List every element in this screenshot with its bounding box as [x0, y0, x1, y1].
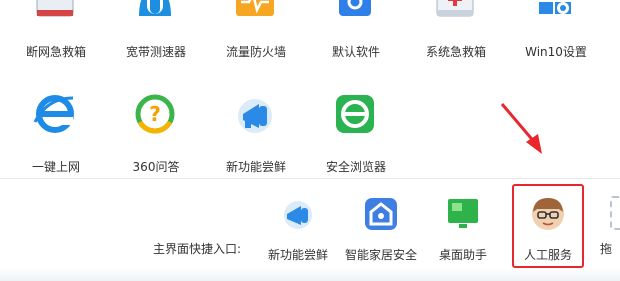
svg-text:?: ?: [149, 102, 161, 126]
tool-traffic-firewall[interactable]: 流量防火墙: [206, 0, 306, 80]
drag-placeholder-icon: [610, 196, 620, 230]
internet-explorer-icon: [33, 95, 74, 133]
quick-item-new-features[interactable]: 新功能尝鲜: [260, 196, 336, 266]
desktop-assistant-icon: [448, 199, 478, 228]
tool-system-first-aid[interactable]: 系统急救箱: [406, 0, 506, 80]
qa-icon: ?: [135, 94, 175, 134]
traffic-firewall-icon: [236, 0, 274, 16]
quick-item-label: 桌面助手: [438, 248, 487, 262]
quick-item-label: 智能家居安全: [344, 248, 417, 262]
tool-label: 断网急救箱: [25, 45, 86, 59]
quick-item-label: 拖: [600, 242, 613, 256]
tool-label: 360问答: [132, 160, 180, 174]
tool-label: 一键上网: [31, 160, 80, 174]
megaphone-icon: [238, 99, 272, 133]
tool-360-qa[interactable]: ? 360问答: [106, 92, 206, 174]
section-divider: [0, 178, 620, 179]
quick-item-drag-placeholder[interactable]: 拖: [598, 190, 620, 260]
bottom-strip: [0, 268, 620, 281]
tool-default-software[interactable]: 默认软件: [306, 0, 406, 80]
quick-access-label: 主界面快捷入口:: [153, 242, 242, 256]
tool-broadband-speedtest[interactable]: 宽带测速器: [106, 0, 206, 80]
tool-label: 宽带测速器: [125, 45, 186, 59]
smart-home-icon: [365, 198, 397, 230]
tool-one-click-internet[interactable]: 一键上网: [6, 92, 106, 174]
highlight-box: [512, 184, 584, 268]
default-software-icon: [339, 0, 371, 16]
secure-browser-icon: [336, 95, 374, 133]
quick-item-desktop-assistant[interactable]: 桌面助手: [425, 196, 501, 266]
quick-item-label: 新功能尝鲜: [267, 248, 328, 262]
tool-label: 新功能尝鲜: [225, 160, 286, 174]
megaphone-icon: [284, 201, 312, 229]
system-first-aid-icon: [436, 0, 474, 17]
tool-secure-browser[interactable]: 安全浏览器: [306, 92, 406, 174]
tool-network-first-aid[interactable]: 断网急救箱: [6, 0, 106, 80]
tool-win10-settings[interactable]: Win10设置: [506, 0, 606, 80]
tool-label: Win10设置: [525, 45, 587, 59]
tool-new-features[interactable]: 新功能尝鲜: [206, 92, 306, 174]
quick-item-smart-home[interactable]: 智能家居安全: [343, 196, 419, 266]
win10-settings-icon: [539, 2, 571, 14]
network-first-aid-icon: [36, 0, 74, 17]
annotation-arrow-icon: [500, 103, 542, 154]
tool-label: 系统急救箱: [425, 45, 486, 59]
broadband-speedtest-icon: [139, 0, 171, 16]
tool-label: 流量防火墙: [225, 45, 286, 59]
tool-label: 安全浏览器: [325, 160, 386, 174]
tool-label: 默认软件: [331, 45, 380, 59]
